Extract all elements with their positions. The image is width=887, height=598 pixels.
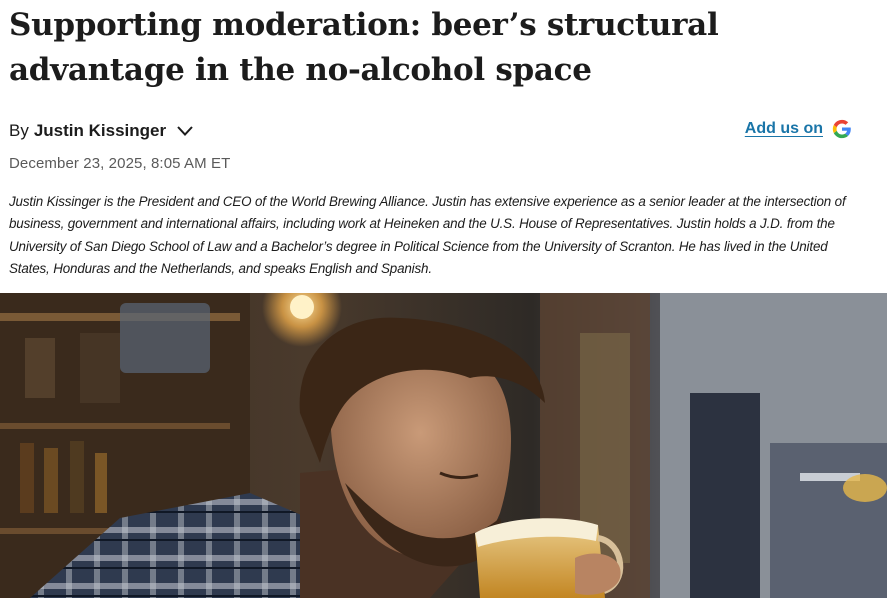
- publish-date: December 23, 2025, 8:05 AM ET: [9, 155, 231, 172]
- byline-row: By Justin Kissinger Add us on: [9, 119, 879, 147]
- article-page: Supporting moderation: beer’s structural…: [0, 0, 887, 598]
- author-byline[interactable]: By Justin Kissinger: [9, 121, 194, 141]
- author-bio: Justin Kissinger is the President and CE…: [9, 194, 846, 277]
- google-icon: [832, 119, 851, 139]
- hero-image: [0, 293, 887, 598]
- hero-photo-man-drinking-beer: [0, 293, 887, 598]
- chevron-down-icon[interactable]: [176, 125, 194, 137]
- author-name[interactable]: Justin Kissinger: [34, 121, 166, 141]
- add-us-label[interactable]: Add us on: [745, 120, 823, 138]
- add-us-on-google-link[interactable]: Add us on: [745, 119, 852, 139]
- byline-prefix: By: [9, 121, 29, 140]
- article-headline: Supporting moderation: beer’s structural…: [9, 7, 719, 88]
